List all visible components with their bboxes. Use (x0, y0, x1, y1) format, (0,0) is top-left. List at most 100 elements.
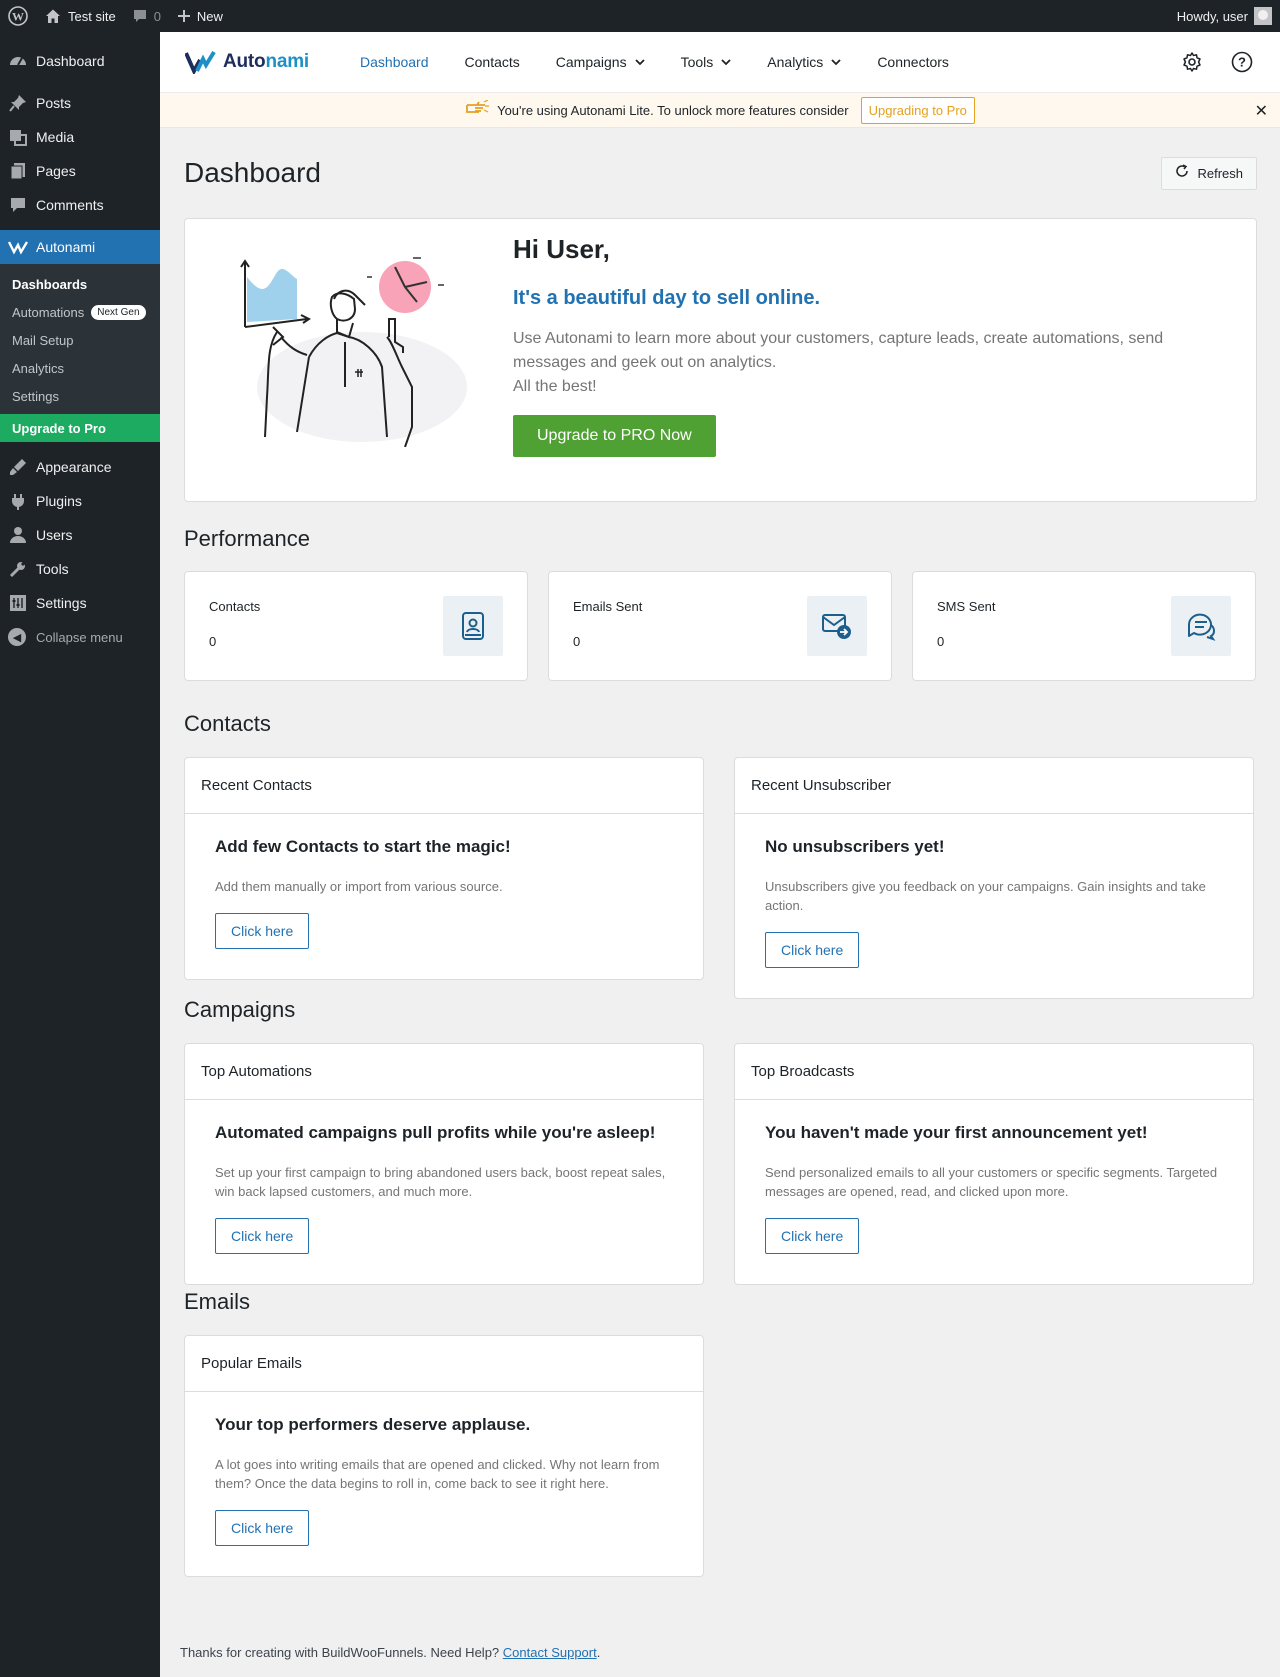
admin-sidebar: Dashboard Posts Media Pages Comments Aut… (0, 32, 160, 1677)
nav-label: Contacts (464, 54, 520, 70)
card-text: A lot goes into writing emails that are … (215, 1457, 660, 1491)
chevron-down-icon (831, 59, 841, 66)
user-icon (8, 525, 28, 545)
nav-connectors[interactable]: Connectors (877, 54, 949, 70)
howdy-text: Howdy, user (1176, 8, 1248, 24)
card-heading: Automated campaigns pull profits while y… (215, 1123, 656, 1142)
nav-analytics[interactable]: Analytics (767, 54, 841, 70)
recent-unsubscriber-card: Recent Unsubscriber No unsubscribers yet… (734, 757, 1254, 999)
click-here-button[interactable]: Click here (215, 1218, 310, 1254)
wordpress-logo-button[interactable]: W (0, 0, 36, 32)
card-heading: Add few Contacts to start the magic! (215, 837, 511, 856)
admin-footer: Thanks for creating with BuildWooFunnels… (180, 1645, 600, 1660)
chevron-down-icon (721, 59, 731, 66)
click-here-button[interactable]: Click here (765, 932, 860, 968)
logo-text-part: nami (265, 51, 310, 72)
menu-label: Users (36, 527, 73, 543)
menu-label: Appearance (36, 459, 112, 475)
upgrade-to-pro-link[interactable]: Upgrade to Pro (0, 414, 160, 442)
menu-autonami[interactable]: Autonami (0, 230, 160, 264)
menu-label: Media (36, 129, 75, 145)
pointing-hand-icon (465, 98, 490, 121)
new-content-link[interactable]: New (169, 0, 231, 32)
autonami-logo-text: Autonami (223, 51, 309, 73)
top-automations-card: Top Automations Automated campaigns pull… (184, 1043, 704, 1285)
menu-label: Pages (36, 163, 76, 179)
menu-dashboard[interactable]: Dashboard (0, 44, 160, 78)
menu-label: Plugins (36, 493, 82, 509)
autonami-submenu: Dashboards Automations Next Gen Mail Setu… (0, 264, 160, 414)
comments-link[interactable]: 0 (124, 0, 169, 32)
comments-count: 0 (153, 8, 161, 24)
menu-posts[interactable]: Posts (0, 86, 160, 120)
contact-book-icon (443, 596, 503, 656)
submenu-mail-setup[interactable]: Mail Setup (0, 326, 160, 354)
refresh-label: Refresh (1197, 165, 1243, 181)
menu-comments[interactable]: Comments (0, 188, 160, 222)
autonami-logo-icon (185, 50, 216, 74)
site-name: Test site (68, 8, 116, 24)
close-icon[interactable]: ✕ (1255, 101, 1268, 121)
contacts-title: Contacts (184, 711, 271, 736)
next-gen-badge: Next Gen (91, 304, 146, 320)
performance-cards: Contacts 0 Emails Sent 0 SMS Sent 0 (184, 571, 1257, 681)
card-header: Popular Emails (185, 1336, 703, 1392)
card-heading: Your top performers deserve applause. (215, 1415, 531, 1434)
menu-media[interactable]: Media (0, 120, 160, 154)
card-text: Send personalized emails to all your cus… (765, 1165, 1218, 1199)
click-here-button[interactable]: Click here (765, 1218, 860, 1254)
contacts-cards: Recent Contacts Add few Contacts to star… (184, 757, 1257, 999)
click-here-button[interactable]: Click here (215, 913, 310, 949)
card-body: You haven't made your first announcement… (735, 1100, 1253, 1284)
menu-label: Comments (36, 197, 104, 213)
site-name-link[interactable]: Test site (36, 0, 124, 32)
card-body: No unsubscribers yet! Unsubscribers give… (735, 814, 1253, 998)
submenu-label: Automations (12, 304, 85, 320)
autonami-logo[interactable]: Autonami (185, 50, 309, 74)
upgrading-to-pro-button[interactable]: Upgrading to Pro (860, 96, 975, 124)
emails-cards: Popular Emails Your top performers deser… (184, 1335, 1257, 1577)
menu-label: Autonami (36, 239, 96, 255)
menu-pages[interactable]: Pages (0, 154, 160, 188)
svg-text:W: W (12, 10, 24, 24)
topnav-icons: ? (1154, 50, 1280, 74)
submenu-dashboards[interactable]: Dashboards (0, 270, 160, 298)
nav-campaigns[interactable]: Campaigns (556, 54, 645, 70)
menu-tools[interactable]: Tools (0, 552, 160, 586)
campaigns-title: Campaigns (184, 997, 296, 1022)
card-heading: No unsubscribers yet! (765, 837, 945, 856)
chat-icon (1171, 596, 1231, 656)
avatar (1254, 7, 1272, 25)
help-icon[interactable]: ? (1230, 50, 1254, 74)
dashboard-content: Dashboard Refresh Hi User, It's a beauti… (160, 128, 1280, 1577)
upgrade-pro-now-button[interactable]: Upgrade to PRO Now (513, 415, 716, 457)
contact-support-link[interactable]: Contact Support (503, 1645, 597, 1660)
popular-emails-card: Popular Emails Your top performers deser… (184, 1335, 704, 1577)
nav-tools[interactable]: Tools (681, 54, 732, 70)
menu-settings[interactable]: Settings (0, 586, 160, 620)
submenu-settings[interactable]: Settings (0, 382, 160, 410)
submenu-label: Dashboards (12, 276, 88, 292)
click-here-button[interactable]: Click here (215, 1510, 310, 1546)
my-account-link[interactable]: Howdy, user (1177, 7, 1280, 25)
submenu-analytics[interactable]: Analytics (0, 354, 160, 382)
refresh-button[interactable]: Refresh (1161, 156, 1257, 190)
nav-dashboard[interactable]: Dashboard (360, 54, 429, 70)
collapse-menu-button[interactable]: ◀ Collapse menu (0, 620, 160, 654)
gear-icon[interactable] (1180, 50, 1204, 74)
lite-notice-bar: You're using Autonami Lite. To unlock mo… (160, 93, 1280, 128)
contacts-stat-card: Contacts 0 (184, 571, 528, 681)
card-header: Recent Unsubscriber (735, 758, 1253, 814)
card-heading: You haven't made your first announcement… (765, 1123, 1148, 1142)
menu-users[interactable]: Users (0, 518, 160, 552)
svg-text:?: ? (1238, 55, 1246, 70)
comment-icon (8, 195, 28, 215)
submenu-automations[interactable]: Automations Next Gen (0, 298, 160, 326)
performance-title: Performance (184, 526, 310, 551)
nav-contacts[interactable]: Contacts (465, 54, 520, 70)
menu-plugins[interactable]: Plugins (0, 484, 160, 518)
welcome-body: Use Autonami to learn more about your cu… (513, 327, 1193, 399)
menu-label: Settings (36, 595, 87, 611)
menu-label: Posts (36, 95, 72, 111)
menu-appearance[interactable]: Appearance (0, 450, 160, 484)
